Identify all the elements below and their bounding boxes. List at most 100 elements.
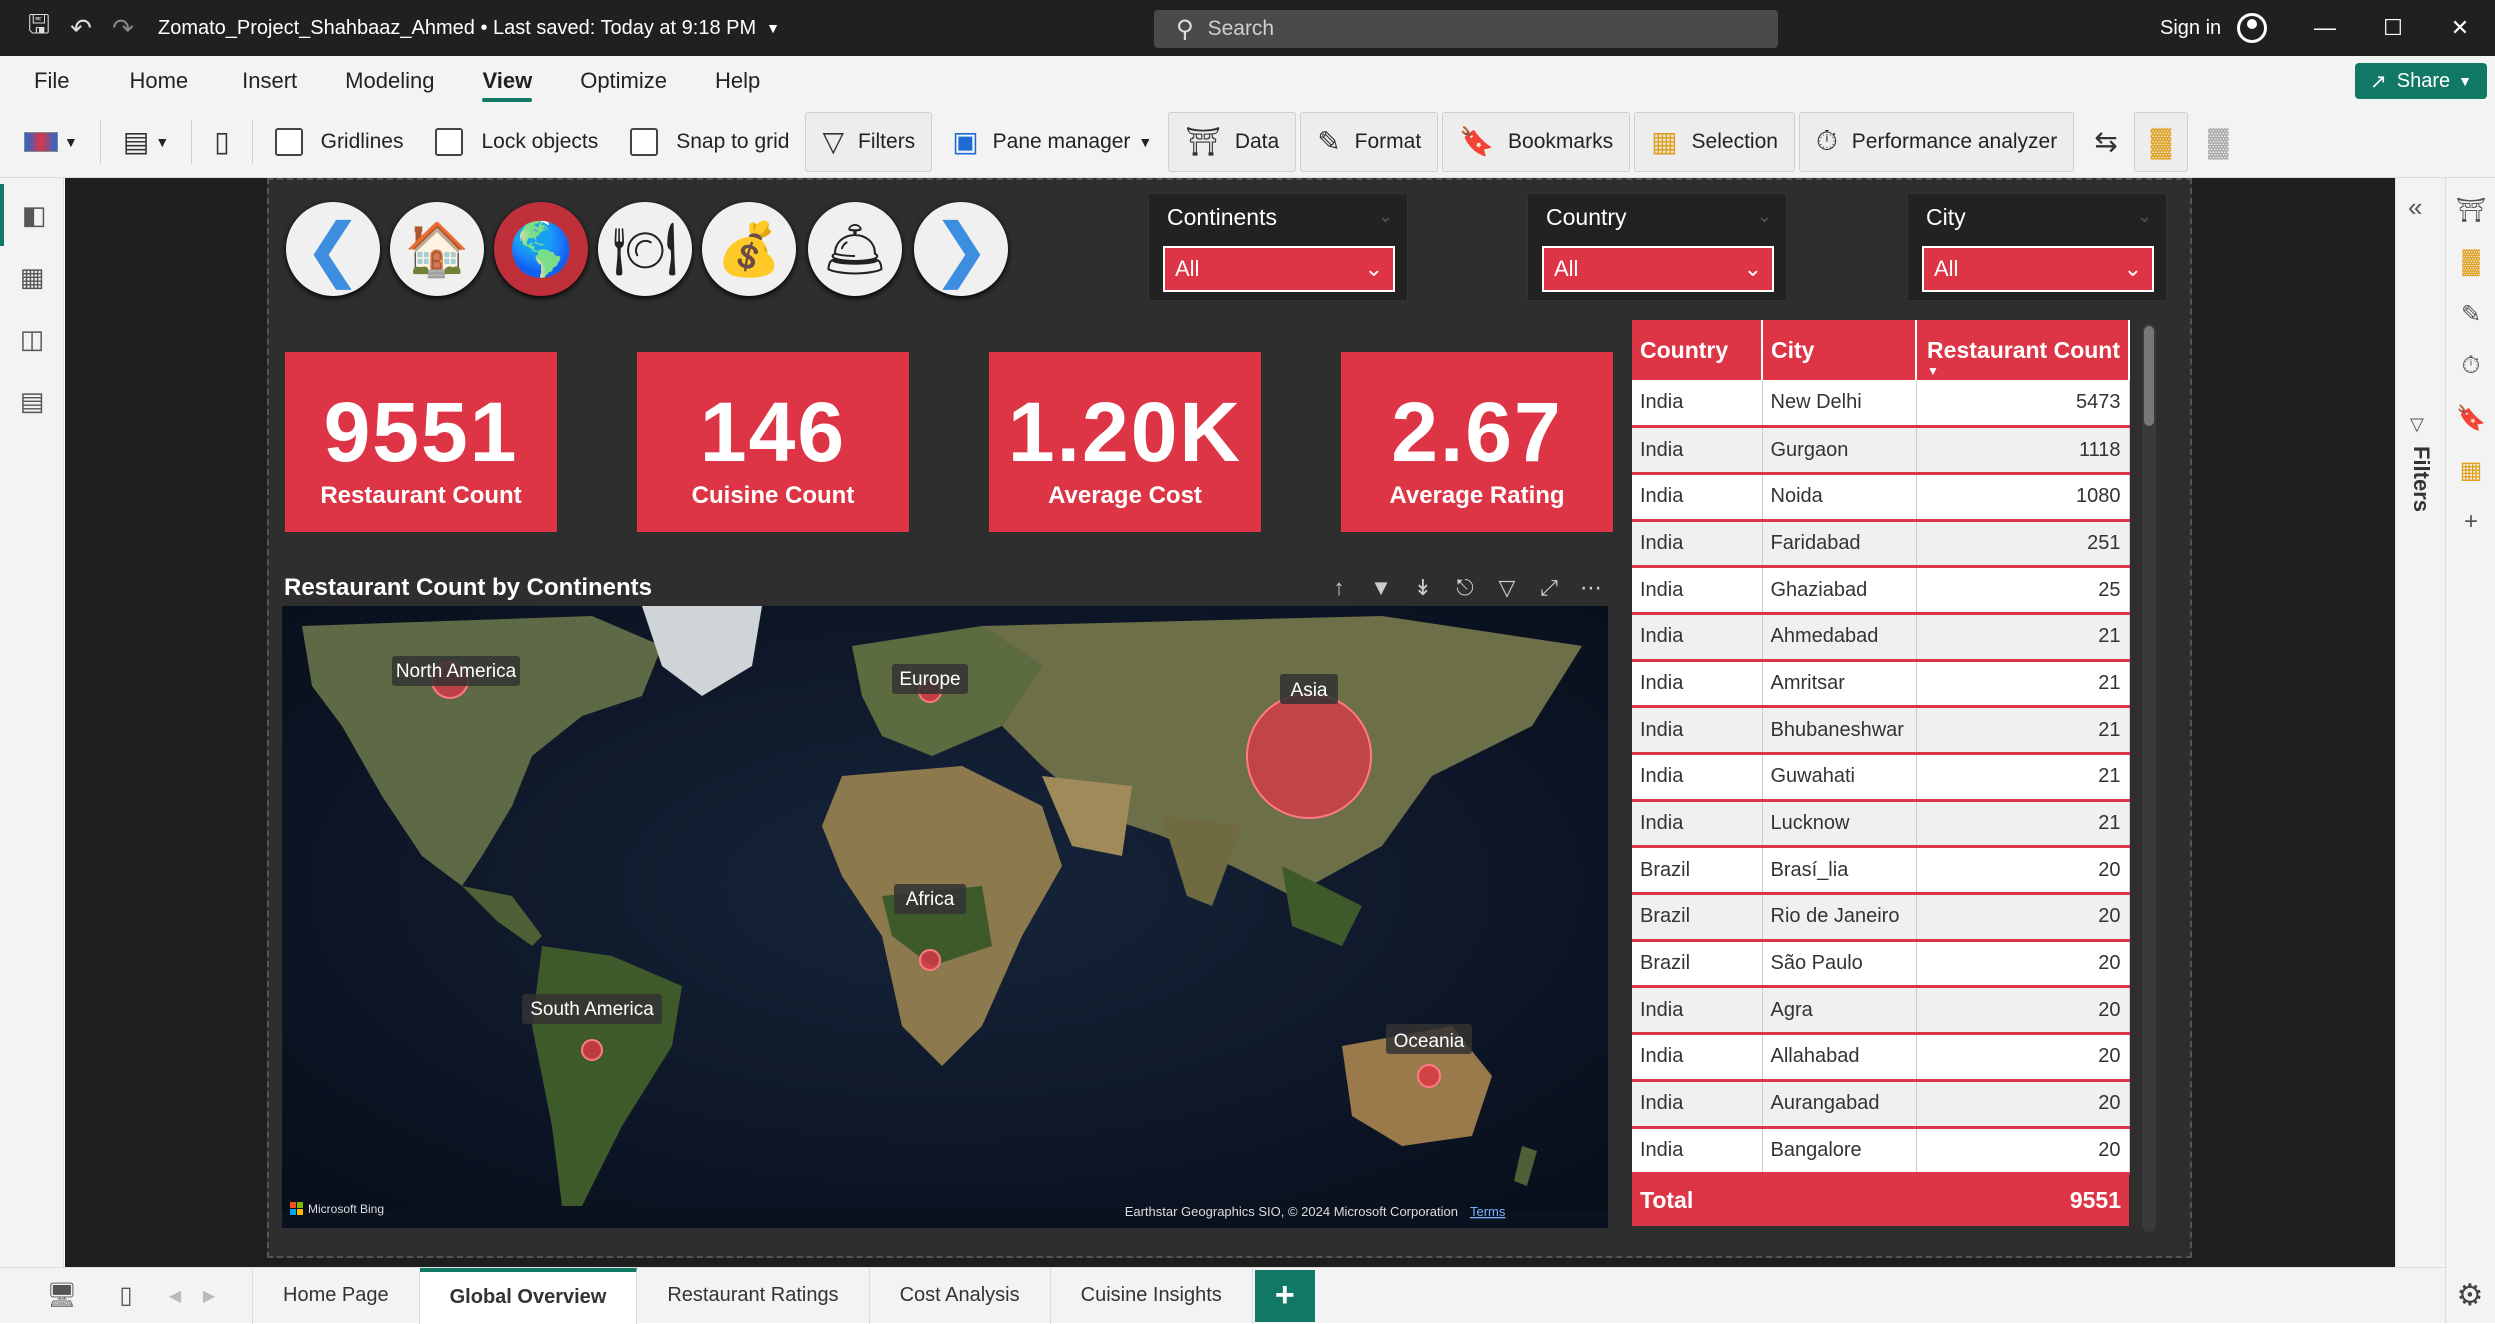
average-rating-card[interactable]: 2.67 Average Rating: [1341, 352, 1613, 532]
column-header-country[interactable]: Country: [1632, 320, 1763, 380]
performance-analyzer-button[interactable]: ⏱ Performance analyzer: [1798, 111, 2075, 172]
column-header-city[interactable]: City: [1762, 320, 1917, 380]
gridlines-checkbox[interactable]: [274, 127, 303, 156]
table-row[interactable]: India Amritsar 21: [1632, 660, 2130, 709]
cuisine-count-card[interactable]: 146 Cuisine Count: [637, 352, 909, 532]
back-button[interactable]: ❮: [286, 202, 380, 296]
table-row[interactable]: India New Delhi 5473: [1632, 380, 2130, 429]
share-button[interactable]: ↗ Share ▼: [2355, 63, 2487, 99]
drill-up-icon[interactable]: ↑: [1318, 570, 1360, 606]
map-terms-link[interactable]: Terms: [1470, 1204, 1506, 1219]
lock-objects-checkbox[interactable]: [435, 127, 464, 156]
mobile-view-icon[interactable]: ▯: [94, 1268, 158, 1324]
column-header-restaurant-count[interactable]: Restaurant Count ▼: [1916, 320, 2130, 380]
bookmarks-pane-button[interactable]: 🔖 Bookmarks: [1442, 111, 1631, 172]
menu-view[interactable]: View: [482, 56, 532, 106]
restaurant-count-card[interactable]: 9551 Restaurant Count: [285, 352, 557, 532]
continents-dropdown[interactable]: All ⌄: [1163, 246, 1395, 292]
menu-insert[interactable]: Insert: [242, 56, 297, 106]
table-row[interactable]: India Gurgaon 1118: [1632, 426, 2130, 475]
database-icon[interactable]: ⛩: [2446, 184, 2495, 236]
close-button[interactable]: ✕: [2425, 0, 2495, 56]
filters-pane-button[interactable]: ▽ Filters: [805, 111, 933, 172]
table-row[interactable]: India Bhubaneshwar 21: [1632, 706, 2130, 755]
mobile-layout-button[interactable]: ▯: [198, 112, 245, 172]
global-overview-button[interactable]: 🌎: [494, 202, 588, 296]
table-row[interactable]: Brazil São Paulo 20: [1632, 940, 2130, 989]
bookmark-icon[interactable]: 🔖: [2446, 392, 2495, 444]
snap-to-grid-toggle[interactable]: Snap to grid: [614, 112, 805, 172]
filters-pane-collapsed[interactable]: « ▽ Filters: [2395, 178, 2445, 1267]
add-pane-icon[interactable]: +: [2446, 496, 2495, 548]
lock-objects-toggle[interactable]: Lock objects: [419, 112, 614, 172]
model-view-icon[interactable]: ◫: [0, 308, 64, 370]
menu-modeling[interactable]: Modeling: [345, 56, 434, 106]
home-page-button[interactable]: 🏠: [390, 202, 484, 296]
chevron-down-icon[interactable]: ⌄: [2137, 206, 2152, 227]
ratings-button[interactable]: 🍽: [598, 202, 692, 296]
menu-optimize[interactable]: Optimize: [580, 56, 667, 106]
redo-icon[interactable]: ↷: [102, 0, 144, 56]
forward-button[interactable]: ❯: [914, 202, 1008, 296]
menu-home[interactable]: Home: [129, 56, 188, 106]
maximize-button[interactable]: ☐: [2358, 0, 2428, 56]
undo-icon[interactable]: ↶: [60, 0, 102, 56]
tab-cost-analysis[interactable]: Cost Analysis: [870, 1267, 1051, 1324]
menu-help[interactable]: Help: [715, 56, 760, 106]
visualizations-icon[interactable]: ▓: [2446, 236, 2495, 288]
expand-hierarchy-icon[interactable]: ⎋: [1444, 570, 1486, 606]
bubble-asia[interactable]: [1246, 693, 1372, 819]
tab-global-overview[interactable]: Global Overview: [419, 1267, 638, 1324]
bubble-africa[interactable]: [919, 949, 941, 971]
desktop-view-icon[interactable]: 🖥: [30, 1268, 94, 1324]
tab-cuisine-insights[interactable]: Cuisine Insights: [1051, 1267, 1253, 1324]
city-dropdown[interactable]: All ⌄: [1922, 246, 2154, 292]
table-row[interactable]: India Bangalore 20: [1632, 1127, 2130, 1176]
table-row[interactable]: India Guwahati 21: [1632, 753, 2130, 802]
table-row[interactable]: India Lucknow 21: [1632, 800, 2130, 849]
expand-filters-icon[interactable]: «: [2408, 192, 2422, 223]
table-row[interactable]: India Ghaziabad 25: [1632, 566, 2130, 615]
table-row[interactable]: Brazil Brasí_lia 20: [1632, 846, 2130, 896]
visual-pane-button[interactable]: ▓: [2133, 111, 2189, 172]
chevron-down-icon[interactable]: ⌄: [1378, 206, 1393, 227]
sync-slicers-button[interactable]: ⇆: [2078, 112, 2133, 172]
cost-analysis-button[interactable]: 💰: [702, 202, 796, 296]
visual-alt-button[interactable]: ▓: [2192, 112, 2244, 172]
table-row[interactable]: India Ahmedabad 21: [1632, 613, 2130, 662]
selection-icon[interactable]: ▦: [2446, 444, 2495, 496]
drill-down-icon[interactable]: ▼: [1360, 570, 1402, 606]
format-pane-button[interactable]: ✎ Format: [1300, 111, 1439, 172]
report-view-icon[interactable]: ◧: [0, 184, 64, 246]
selection-pane-button[interactable]: ▦ Selection: [1634, 111, 1795, 172]
performance-icon[interactable]: ⏱: [2446, 340, 2495, 392]
next-level-icon[interactable]: ↡: [1402, 570, 1444, 606]
average-cost-card[interactable]: 1.20K Average Cost: [989, 352, 1261, 532]
chevron-down-icon[interactable]: ⌄: [1757, 206, 1772, 227]
data-pane-button[interactable]: ⛩ Data: [1168, 111, 1297, 172]
bubble-south-america[interactable]: [581, 1039, 603, 1061]
bubble-oceania[interactable]: [1417, 1064, 1441, 1088]
menu-file[interactable]: File: [34, 56, 69, 106]
add-page-button[interactable]: +: [1254, 1269, 1315, 1322]
pane-manager-button[interactable]: ▣ Pane manager ▼: [936, 112, 1168, 172]
map-visual[interactable]: Restaurant Count by Continents ↑ ▼ ↡ ⎋ ▽…: [278, 570, 1612, 1232]
table-scrollbar[interactable]: [2142, 324, 2156, 1232]
table-view-icon[interactable]: ▦: [0, 246, 64, 308]
save-icon[interactable]: 🖫: [18, 0, 60, 56]
page-view-button[interactable]: ▤ ▼: [107, 112, 185, 172]
tab-restaurant-ratings[interactable]: Restaurant Ratings: [637, 1267, 870, 1324]
table-row[interactable]: Brazil Rio de Janeiro 20: [1632, 893, 2130, 942]
format-brush-icon[interactable]: ✎: [2446, 288, 2495, 340]
prev-page-icon[interactable]: ◀: [158, 1268, 192, 1324]
tab-home-page[interactable]: Home Page: [252, 1267, 420, 1324]
gridlines-toggle[interactable]: Gridlines: [259, 112, 420, 172]
dax-query-icon[interactable]: ▤: [0, 370, 64, 432]
themes-button[interactable]: ▼: [0, 112, 94, 172]
scrollbar-thumb[interactable]: [2144, 326, 2154, 426]
country-dropdown[interactable]: All ⌄: [1542, 246, 1774, 292]
map-canvas[interactable]: North America Europe Asia Africa South A…: [282, 606, 1608, 1228]
table-row[interactable]: India Agra 20: [1632, 986, 2130, 1036]
settings-gear-icon[interactable]: ⚙: [2445, 1267, 2495, 1323]
table-row[interactable]: India Faridabad 251: [1632, 520, 2130, 569]
